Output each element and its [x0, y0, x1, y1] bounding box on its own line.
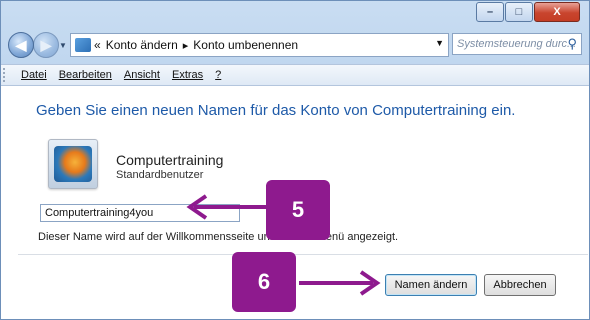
recent-pages-dropdown[interactable]: ▼: [59, 41, 67, 50]
menu-ansicht[interactable]: Ansicht: [124, 69, 160, 81]
control-panel-icon: [75, 38, 91, 52]
rename-button[interactable]: Namen ändern: [385, 274, 477, 296]
minimize-button[interactable]: –: [476, 2, 504, 22]
search-input[interactable]: Systemsteuerung durc... ⚲: [452, 33, 582, 55]
menu-datei[interactable]: Datei: [21, 69, 47, 81]
menu-bearbeiten[interactable]: Bearbeiten: [59, 69, 112, 81]
maximize-button[interactable]: □: [505, 2, 533, 22]
breadcrumb-separator-icon[interactable]: ▸: [183, 39, 189, 52]
search-placeholder: Systemsteuerung durc...: [457, 38, 577, 50]
divider: [18, 254, 588, 255]
back-arrow-icon: ◀: [15, 36, 27, 53]
back-button[interactable]: ◀: [8, 32, 34, 58]
menu-bar: Datei Bearbeiten Ansicht Extras ?: [0, 64, 590, 86]
menu-help[interactable]: ?: [215, 69, 221, 81]
forward-button[interactable]: ▶: [33, 32, 59, 58]
arrow-to-button-icon: [299, 270, 381, 296]
arrow-to-input-icon: [186, 194, 266, 220]
page-title: Geben Sie einen neuen Namen für das Kont…: [36, 102, 516, 119]
step-badge-5: 5: [266, 180, 330, 240]
fish-picture-icon: [54, 146, 92, 182]
account-role: Standardbenutzer: [116, 169, 204, 181]
search-icon[interactable]: ⚲: [567, 36, 577, 52]
menu-grip: [3, 68, 15, 82]
cancel-button[interactable]: Abbrechen: [484, 274, 556, 296]
account-name: Computertraining: [116, 152, 224, 168]
avatar: [48, 139, 98, 189]
navigation-bar: ◀ ▶ ▼ « Konto ändern ▸ Konto umbenennen …: [0, 28, 590, 62]
menu-extras[interactable]: Extras: [172, 69, 203, 81]
step-badge-6: 6: [232, 252, 296, 312]
address-bar[interactable]: « Konto ändern ▸ Konto umbenennen ▼: [70, 33, 449, 57]
address-dropdown-icon[interactable]: ▼: [435, 38, 444, 48]
caption-buttons: – □ X: [475, 2, 580, 22]
breadcrumb-konto-aendern[interactable]: Konto ändern: [106, 38, 178, 52]
close-button[interactable]: X: [534, 2, 580, 22]
forward-arrow-icon: ▶: [40, 36, 52, 53]
explorer-window: – □ X ◀ ▶ ▼ « Konto ändern ▸ Konto umben…: [0, 0, 590, 320]
hint-text: Dieser Name wird auf der Willkommensseit…: [38, 231, 399, 243]
address-prefix[interactable]: «: [94, 38, 101, 52]
breadcrumb-konto-umbenennen[interactable]: Konto umbenennen: [193, 38, 298, 52]
